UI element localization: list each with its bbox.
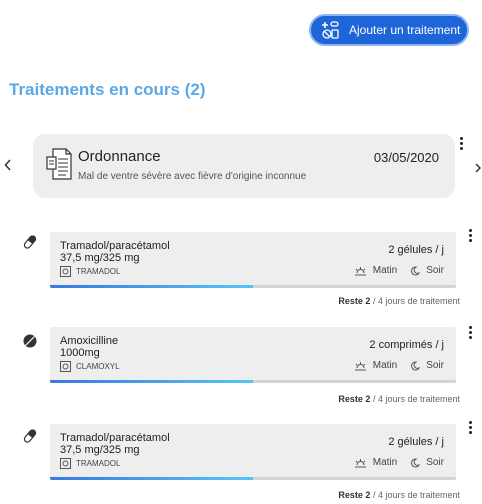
- medication-brand-label: TRAMADOL: [76, 267, 121, 276]
- medication-dose: 37,5 mg/325 mg: [60, 444, 140, 456]
- morning-label: Matin: [372, 265, 398, 276]
- medication-more-icon[interactable]: [466, 229, 474, 245]
- treatment-progress-fill: [50, 285, 253, 288]
- remaining-days: Reste 2 / 4 jours de traitement: [338, 490, 460, 500]
- medication-brand-label: CLAMOXYL: [76, 362, 120, 371]
- moon-icon: [411, 457, 421, 467]
- medication-brand: CLAMOXYL: [60, 361, 120, 372]
- medication-card[interactable]: Tramadol/paracétamol 37,5 mg/325 mg TRAM…: [50, 232, 456, 288]
- remaining-suffix: / 4 jours de traitement: [370, 296, 460, 306]
- treatment-progress-bar: [50, 477, 456, 480]
- moon-icon: [411, 360, 421, 370]
- medication-more-icon[interactable]: [466, 326, 474, 342]
- remaining-count: Reste 2: [338, 296, 371, 306]
- medication-schedule: Matin Soir: [354, 360, 444, 371]
- sunrise-icon: [354, 361, 366, 370]
- remaining-count: Reste 2: [338, 394, 371, 404]
- remaining-suffix: / 4 jours de traitement: [370, 394, 460, 404]
- evening-label: Soir: [426, 360, 444, 371]
- prescription-description: Mal de ventre sévère avec fièvre d'origi…: [78, 171, 307, 182]
- remaining-days: Reste 2 / 4 jours de traitement: [338, 296, 460, 306]
- section-title: Traitements en cours (2): [9, 80, 206, 99]
- prescription-more-icon[interactable]: [457, 137, 465, 153]
- remaining-days: Reste 2 / 4 jours de traitement: [338, 394, 460, 404]
- remaining-count: Reste 2: [338, 490, 371, 500]
- evening-label: Soir: [426, 265, 444, 276]
- medication-schedule: Matin Soir: [354, 265, 444, 276]
- morning-label: Matin: [372, 457, 398, 468]
- medication-brand: TRAMADOL: [60, 266, 120, 277]
- medication-dose: 1000mg: [60, 347, 100, 359]
- medication-card[interactable]: Amoxicilline 1000mg CLAMOXYL 2 comprimés…: [50, 327, 456, 383]
- moon-icon: [411, 265, 421, 275]
- sunrise-icon: [354, 266, 366, 275]
- medication-brand-label: TRAMADOL: [76, 459, 121, 468]
- prescription-date: 03/05/2020: [373, 150, 439, 165]
- treatment-progress-bar: [50, 380, 456, 383]
- chevron-left-icon[interactable]: [4, 158, 12, 174]
- brand-pill-icon: [60, 266, 71, 277]
- prescription-card[interactable]: Ordonnance Mal de ventre sévère avec fiè…: [33, 134, 455, 198]
- medication-quantity: 2 gélules / j: [388, 244, 444, 256]
- brand-pill-icon: [60, 458, 71, 469]
- medication-name: Tramadol/paracétamol: [60, 240, 170, 252]
- prescription-title: Ordonnance: [78, 148, 161, 165]
- capsule-icon: [23, 235, 37, 249]
- medication-brand: TRAMADOL: [60, 458, 120, 469]
- add-treatment-button[interactable]: Ajouter un traitement: [309, 14, 469, 46]
- evening-label: Soir: [426, 457, 444, 468]
- medication-schedule: Matin Soir: [354, 457, 444, 468]
- sunrise-icon: [354, 458, 366, 467]
- treatment-progress-fill: [50, 477, 253, 480]
- medication-dose: 37,5 mg/325 mg: [60, 252, 140, 264]
- medication-more-icon[interactable]: [466, 421, 474, 437]
- brand-pill-icon: [60, 361, 71, 372]
- medication-name: Tramadol/paracétamol: [60, 432, 170, 444]
- add-medication-icon: [322, 21, 339, 39]
- morning-label: Matin: [372, 360, 398, 371]
- medication-card[interactable]: Tramadol/paracétamol 37,5 mg/325 mg TRAM…: [50, 424, 456, 480]
- remaining-suffix: / 4 jours de traitement: [370, 490, 460, 500]
- add-treatment-label: Ajouter un traitement: [349, 23, 461, 37]
- tablet-icon: [23, 334, 37, 348]
- medication-quantity: 2 comprimés / j: [369, 339, 444, 351]
- prescription-document-icon: [46, 148, 72, 180]
- medication-quantity: 2 gélules / j: [388, 436, 444, 448]
- treatment-progress-fill: [50, 380, 253, 383]
- treatment-progress-bar: [50, 285, 456, 288]
- chevron-right-icon[interactable]: [475, 160, 482, 176]
- capsule-icon: [23, 429, 37, 443]
- medication-name: Amoxicilline: [60, 335, 119, 347]
